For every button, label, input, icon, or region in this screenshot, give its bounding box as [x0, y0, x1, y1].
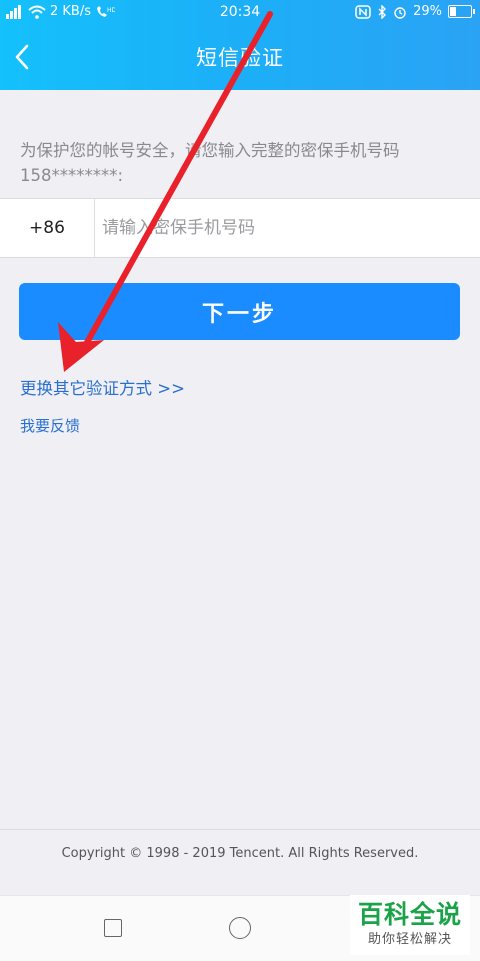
- next-step-button[interactable]: 下一步: [19, 283, 460, 340]
- phone-input-row: +86: [0, 198, 480, 258]
- watermark-logo: 百科全说 助你轻松解决: [350, 895, 470, 955]
- header-bar: 2 KB/s HD 20:34 29% 短信验证: [0, 0, 480, 90]
- country-code-selector[interactable]: +86: [0, 199, 95, 257]
- status-bar: 2 KB/s HD 20:34 29%: [0, 0, 480, 26]
- bluetooth-icon: [378, 4, 387, 19]
- switch-verification-method-link[interactable]: 更换其它验证方式 >>: [20, 375, 185, 399]
- battery-icon: [448, 5, 475, 18]
- feedback-link[interactable]: 我要反馈: [20, 415, 80, 436]
- page-title: 短信验证: [196, 46, 284, 70]
- nfc-icon: [355, 4, 371, 19]
- status-right: 29%: [355, 4, 475, 19]
- security-prompt: 为保护您的帐号安全，请您输入完整的密保手机号码158********:: [20, 141, 400, 185]
- recent-apps-button[interactable]: [104, 919, 122, 937]
- alarm-icon: [394, 6, 406, 19]
- phone-number-input[interactable]: [100, 207, 464, 249]
- footer-divider: [0, 829, 480, 830]
- home-button[interactable]: [229, 917, 251, 939]
- battery-percent: 29%: [413, 4, 442, 19]
- copyright-text: Copyright © 1998 - 2019 Tencent. All Rig…: [61, 846, 419, 861]
- watermark-title: 百科全说: [357, 900, 462, 929]
- watermark-subtitle: 助你轻松解决: [367, 932, 452, 947]
